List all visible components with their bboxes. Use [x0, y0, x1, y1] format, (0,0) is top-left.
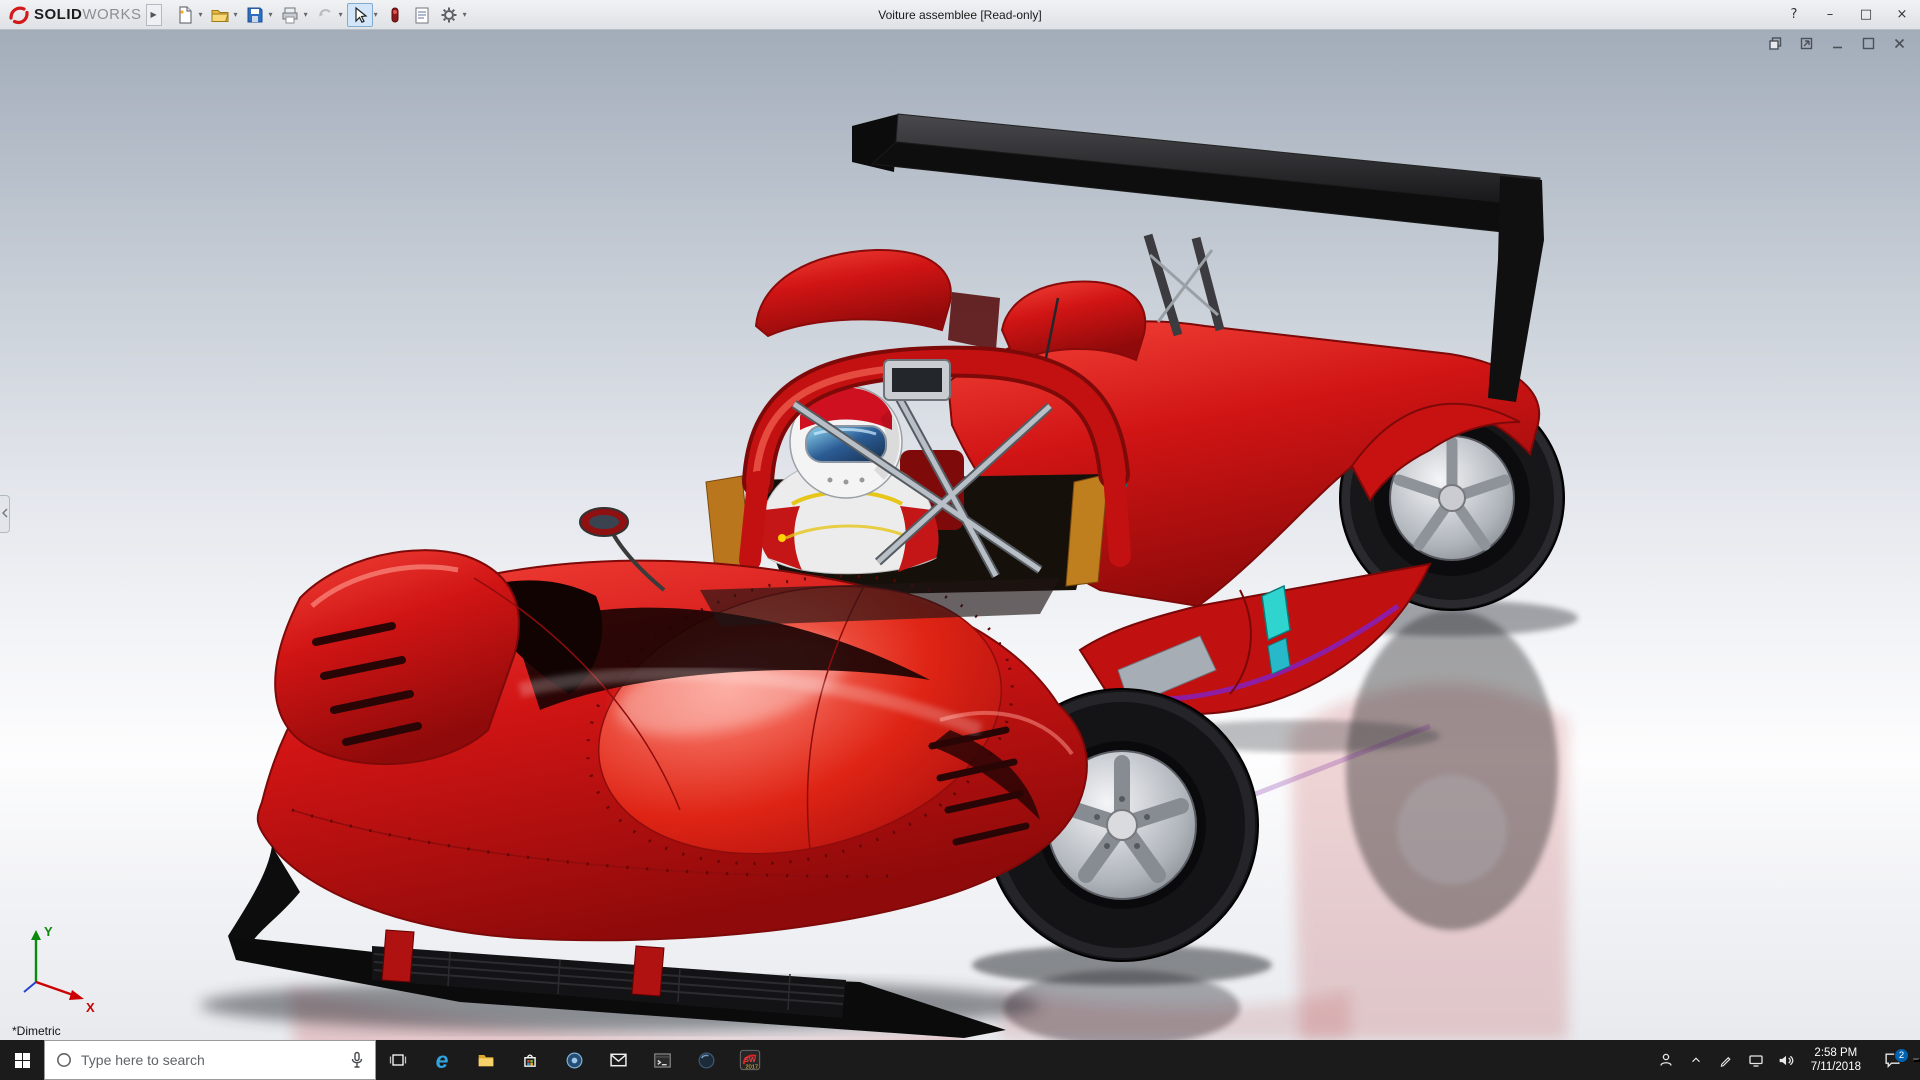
- options-button[interactable]: [436, 3, 462, 27]
- round-app-icon: [565, 1051, 584, 1070]
- task-view-icon: [389, 1052, 407, 1068]
- clock-time: 2:58 PM: [1811, 1046, 1861, 1060]
- mail-button[interactable]: [596, 1040, 640, 1080]
- sw-icon-text: SW: [744, 1055, 756, 1064]
- round-app-button[interactable]: [552, 1040, 596, 1080]
- orientation-triad: Y X: [14, 920, 104, 1012]
- hidden-icons-button[interactable]: [1681, 1053, 1711, 1067]
- taskbar-search[interactable]: [44, 1040, 376, 1080]
- new-document-icon: [175, 5, 195, 25]
- volume-icon: [1777, 1053, 1794, 1068]
- print-button[interactable]: [277, 3, 303, 27]
- cortana-icon: [55, 1051, 73, 1069]
- console-button[interactable]: [640, 1040, 684, 1080]
- help-button[interactable]: ?: [1776, 0, 1812, 29]
- solidworks-2017-button[interactable]: SW 2017: [728, 1040, 772, 1080]
- volume-button[interactable]: [1771, 1053, 1801, 1068]
- undo-icon: [315, 5, 335, 25]
- minimize-button[interactable]: –: [1812, 0, 1848, 29]
- 3d-viewport[interactable]: Y X *Dimetric: [0, 30, 1920, 1040]
- task-view-button[interactable]: [376, 1040, 420, 1080]
- open-folder-icon: [210, 5, 230, 25]
- show-desktop-button[interactable]: [1913, 1058, 1920, 1062]
- document-window-controls: [1767, 35, 1908, 55]
- save-floppy-icon: [245, 5, 265, 25]
- screen: SOLIDWORKS ▶ ▾ ▾: [0, 0, 1920, 1080]
- maximize-button[interactable]: □: [1848, 0, 1884, 29]
- solidworks-logo: SOLIDWORKS: [8, 4, 142, 26]
- edge-browser-button[interactable]: e: [420, 1040, 464, 1080]
- start-button[interactable]: [0, 1040, 44, 1080]
- select-button[interactable]: [347, 3, 373, 27]
- new-document-button[interactable]: [172, 3, 198, 27]
- chevron-up-icon: [1689, 1053, 1703, 1067]
- file-properties-icon: [412, 5, 432, 25]
- file-explorer-icon: [476, 1051, 496, 1069]
- minimize-doc-icon[interactable]: [1829, 35, 1846, 55]
- taskbar: e: [0, 1040, 1920, 1080]
- flyout-glyph: ▶: [150, 10, 156, 19]
- save-caret[interactable]: ▾: [269, 10, 276, 19]
- clock-date: 7/11/2018: [1811, 1060, 1861, 1074]
- action-center-button[interactable]: 2: [1871, 1052, 1913, 1068]
- microphone-icon: [349, 1051, 365, 1069]
- windows-ink-button[interactable]: [1711, 1053, 1741, 1068]
- system-tray: 2:58 PM 7/11/2018 2: [1651, 1040, 1920, 1080]
- rebuild-button[interactable]: [382, 3, 408, 27]
- console-window-icon: [653, 1052, 672, 1069]
- headrest-pods: [756, 250, 1145, 362]
- triad-x-label: X: [86, 1000, 95, 1012]
- people-icon: [1658, 1052, 1674, 1068]
- restore-down-icon[interactable]: [1767, 35, 1784, 55]
- view-orientation-label: *Dimetric: [12, 1024, 61, 1038]
- windows-logo-icon: [14, 1052, 31, 1069]
- sw-icon-year: 2017: [745, 1064, 758, 1070]
- open-button[interactable]: [207, 3, 233, 27]
- select-cursor-icon: [350, 5, 370, 25]
- mail-envelope-icon: [609, 1052, 628, 1068]
- titlebar: SOLIDWORKS ▶ ▾ ▾: [0, 0, 1920, 30]
- new-document-caret[interactable]: ▾: [199, 10, 206, 19]
- network-button[interactable]: [1741, 1053, 1771, 1068]
- file-explorer-button[interactable]: [464, 1040, 508, 1080]
- menu-flyout-arrow[interactable]: ▶: [146, 4, 162, 26]
- taskbar-clock[interactable]: 2:58 PM 7/11/2018: [1801, 1046, 1871, 1074]
- brand-works: WORKS: [82, 6, 141, 23]
- window-controls: ? – □ ×: [1776, 0, 1920, 29]
- options-caret[interactable]: ▾: [463, 10, 470, 19]
- undo-button[interactable]: [312, 3, 338, 27]
- standard-toolbar: ▾ ▾ ▾: [172, 3, 470, 27]
- open-caret[interactable]: ▾: [234, 10, 241, 19]
- close-doc-icon[interactable]: [1891, 35, 1908, 55]
- edge-icon: e: [436, 1049, 449, 1072]
- store-button[interactable]: [508, 1040, 552, 1080]
- float-window-icon[interactable]: [1798, 35, 1815, 55]
- dark-sphere-app-icon: [697, 1051, 716, 1070]
- close-button[interactable]: ×: [1884, 0, 1920, 29]
- solidworks-2017-icon: SW 2017: [739, 1049, 761, 1071]
- file-properties-button[interactable]: [409, 3, 435, 27]
- options-gear-icon: [439, 5, 459, 25]
- media-app-button[interactable]: [684, 1040, 728, 1080]
- maximize-doc-icon[interactable]: [1860, 35, 1877, 55]
- store-bag-icon: [521, 1051, 539, 1069]
- rebuild-icon: [385, 5, 405, 25]
- model-scene: [0, 30, 1920, 1040]
- people-button[interactable]: [1651, 1052, 1681, 1068]
- search-input[interactable]: [81, 1052, 341, 1068]
- panel-collapse-handle[interactable]: [0, 495, 10, 533]
- save-button[interactable]: [242, 3, 268, 27]
- pen-icon: [1718, 1053, 1733, 1068]
- ds-logo-icon: [8, 4, 30, 26]
- notification-badge: 2: [1894, 1048, 1909, 1063]
- triad-y-label: Y: [44, 924, 53, 939]
- document-title: Voiture assemblee [Read-only]: [878, 0, 1041, 30]
- print-caret[interactable]: ▾: [304, 10, 311, 19]
- brand-solid: SOLID: [34, 6, 82, 23]
- print-icon: [280, 5, 300, 25]
- select-caret[interactable]: ▾: [374, 10, 381, 19]
- undo-caret[interactable]: ▾: [339, 10, 346, 19]
- network-icon: [1748, 1053, 1764, 1068]
